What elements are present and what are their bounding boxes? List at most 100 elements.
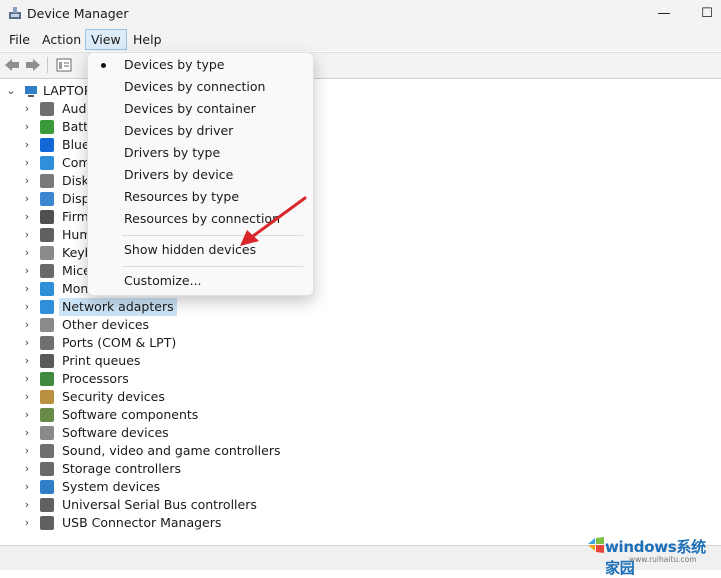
view-dropdown-menu: Devices by type Devices by connection De… (87, 52, 314, 296)
device-category-icon (40, 138, 54, 152)
tree-category-row[interactable]: › Universal Serial Bus controllers (22, 496, 322, 514)
tree-category-label: Security devices (62, 389, 165, 404)
chevron-right-icon[interactable]: › (22, 298, 32, 316)
menu-separator (122, 266, 303, 267)
tree-category-label: Disk (62, 173, 89, 188)
chevron-right-icon[interactable]: › (22, 478, 32, 496)
chevron-right-icon[interactable]: › (22, 388, 32, 406)
device-category-icon (40, 318, 54, 332)
forward-arrow-icon[interactable] (24, 57, 42, 73)
device-category-icon (40, 264, 54, 278)
menu-item-devices-by-type[interactable]: Devices by type (89, 54, 312, 76)
tree-category-row[interactable]: › Security devices (22, 388, 322, 406)
chevron-right-icon[interactable]: › (22, 352, 32, 370)
tree-category-label: Blue (62, 137, 90, 152)
tree-category-label: Other devices (62, 317, 150, 332)
watermark: windows系统家园 www.ruihaitu.com (585, 533, 719, 577)
device-category-icon (40, 120, 54, 134)
computer-icon (25, 86, 37, 97)
tree-category-label: Network adapters (59, 298, 177, 316)
device-category-icon (40, 390, 54, 404)
menu-item-devices-by-connection[interactable]: Devices by connection (89, 76, 312, 98)
chevron-right-icon[interactable]: › (22, 244, 32, 262)
tree-category-row[interactable]: › Other devices (22, 316, 322, 334)
device-category-icon (40, 300, 54, 314)
tree-category-row[interactable]: › Ports (COM & LPT) (22, 334, 322, 352)
properties-icon[interactable] (55, 57, 73, 73)
menu-item-drivers-by-type[interactable]: Drivers by type (89, 142, 312, 164)
tree-category-row[interactable]: › Network adapters (22, 298, 322, 316)
chevron-right-icon[interactable]: › (22, 172, 32, 190)
tree-category-row[interactable]: › Storage controllers (22, 460, 322, 478)
tree-category-row[interactable]: › Software devices (22, 424, 322, 442)
maximize-button[interactable]: ☐ (697, 4, 717, 24)
chevron-right-icon[interactable]: › (22, 190, 32, 208)
chevron-right-icon[interactable]: › (22, 370, 32, 388)
chevron-right-icon[interactable]: › (22, 424, 32, 442)
tree-category-label: Universal Serial Bus controllers (62, 497, 257, 512)
menu-item-drivers-by-device[interactable]: Drivers by device (89, 164, 312, 186)
tree-category-row[interactable]: › System devices (22, 478, 322, 496)
menu-item-devices-by-container[interactable]: Devices by container (89, 98, 312, 120)
device-category-icon (40, 192, 54, 206)
watermark-subtext: www.ruihaitu.com (629, 555, 697, 564)
device-category-icon (40, 462, 54, 476)
windows-logo-icon (588, 537, 604, 553)
chevron-right-icon[interactable]: › (22, 262, 32, 280)
device-category-icon (40, 282, 54, 296)
menu-file[interactable]: File (4, 30, 35, 49)
device-manager-icon (9, 7, 21, 19)
tree-category-label: Print queues (62, 353, 141, 368)
minimize-button[interactable]: — (654, 4, 674, 24)
selected-bullet-icon (101, 63, 106, 68)
tree-category-label: Mon (62, 281, 89, 296)
tree-category-row[interactable]: › Print queues (22, 352, 322, 370)
device-category-icon (40, 156, 54, 170)
tree-category-label: Software components (62, 407, 199, 422)
device-category-icon (40, 336, 54, 350)
menu-item-devices-by-driver[interactable]: Devices by driver (89, 120, 312, 142)
tree-category-row[interactable]: › Software components (22, 406, 322, 424)
chevron-right-icon[interactable]: › (22, 514, 32, 532)
chevron-right-icon[interactable]: › (22, 280, 32, 298)
chevron-right-icon[interactable]: › (22, 496, 32, 514)
toolbar-divider (47, 57, 48, 73)
chevron-right-icon[interactable]: › (22, 208, 32, 226)
device-category-icon (40, 210, 54, 224)
chevron-right-icon[interactable]: › (22, 100, 32, 118)
tree-category-label: Software devices (62, 425, 169, 440)
chevron-right-icon[interactable]: › (22, 316, 32, 334)
title-bar: Device Manager — ☐ (0, 0, 721, 28)
red-arrow-icon (240, 196, 307, 246)
device-category-icon (40, 498, 54, 512)
chevron-right-icon[interactable]: › (22, 460, 32, 478)
chevron-right-icon[interactable]: › (22, 118, 32, 136)
device-category-icon (40, 228, 54, 242)
chevron-right-icon[interactable]: › (22, 442, 32, 460)
chevron-right-icon[interactable]: › (22, 154, 32, 172)
tree-category-row[interactable]: › Processors (22, 370, 322, 388)
tree-category-label: Ports (COM & LPT) (62, 335, 177, 350)
tree-category-label: Sound, video and game controllers (62, 443, 281, 458)
device-category-icon (40, 174, 54, 188)
chevron-right-icon[interactable]: › (22, 406, 32, 424)
menu-item-customize[interactable]: Customize... (89, 270, 312, 292)
chevron-down-icon[interactable]: ⌄ (6, 82, 16, 100)
chevron-right-icon[interactable]: › (22, 334, 32, 352)
menu-help[interactable]: Help (128, 30, 167, 49)
menu-action[interactable]: Action (37, 30, 86, 49)
tree-category-label: Storage controllers (62, 461, 182, 476)
tree-category-row[interactable]: › Sound, video and game controllers (22, 442, 322, 460)
tree-category-label: Processors (62, 371, 129, 386)
chevron-right-icon[interactable]: › (22, 136, 32, 154)
tree-category-row[interactable]: › USB Connector Managers (22, 514, 322, 532)
device-category-icon (40, 354, 54, 368)
tree-category-label: Aud (62, 101, 87, 116)
device-category-icon (40, 444, 54, 458)
chevron-right-icon[interactable]: › (22, 226, 32, 244)
root-label: LAPTOP (43, 83, 92, 98)
tree-category-label: Firm (62, 209, 89, 224)
device-category-icon (40, 408, 54, 422)
menu-view[interactable]: View (85, 29, 127, 50)
back-arrow-icon[interactable] (3, 57, 21, 73)
